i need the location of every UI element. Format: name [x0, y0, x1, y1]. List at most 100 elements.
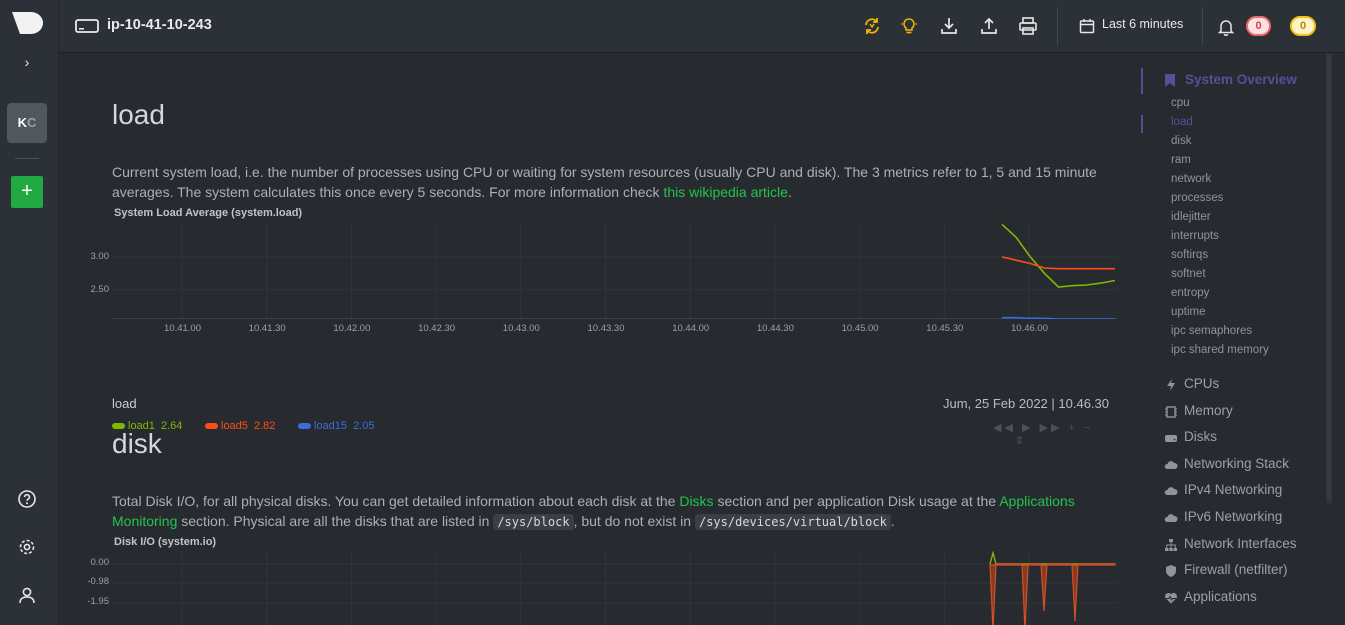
- toc-item-memory[interactable]: Memory: [1184, 403, 1233, 418]
- load-x-tick-label: 10.42.30: [418, 323, 456, 334]
- top-bar: ip-10-41-10-243 Last 6 minutes 0 0: [59, 0, 1345, 53]
- calendar-icon[interactable]: [1079, 18, 1095, 34]
- disk-desc-4: , but do not exist in: [573, 513, 695, 529]
- print-icon[interactable]: [1018, 16, 1038, 36]
- critical-alarms-badge[interactable]: 0: [1246, 16, 1271, 36]
- toc-sub-item-uptime[interactable]: uptime: [1171, 306, 1206, 318]
- time-range-picker[interactable]: Last 6 minutes: [1102, 17, 1183, 31]
- toc-active-bar: [1141, 68, 1143, 94]
- pan-left-icon[interactable]: ◀◀: [993, 422, 1016, 434]
- disk-chart-plot[interactable]: [112, 551, 1117, 625]
- toc-sub-item-ipc-semaphores[interactable]: ipc semaphores: [1171, 325, 1252, 337]
- disk-chart-title: Disk I/O (system.io): [114, 536, 217, 548]
- chart-controls[interactable]: ◀◀ ▶ ▶▶ + − ⇕: [993, 421, 1131, 447]
- download-icon[interactable]: [939, 16, 959, 36]
- disk-desc-2: section and per application Disk usage a…: [713, 493, 1000, 509]
- resize-icon[interactable]: ⇕: [1015, 435, 1027, 447]
- toc-sub-item-ram[interactable]: ram: [1171, 154, 1191, 166]
- user-profile-icon[interactable]: [17, 585, 37, 605]
- netdata-logo-icon[interactable]: [11, 11, 44, 35]
- toc-item-cpus[interactable]: CPUs: [1184, 376, 1219, 391]
- toc-item-disks[interactable]: Disks: [1184, 429, 1217, 444]
- settings-gear-icon[interactable]: [17, 537, 37, 557]
- toc-item-network-interfaces[interactable]: Network Interfaces: [1184, 536, 1297, 551]
- add-space-button[interactable]: +: [11, 176, 43, 208]
- toc-sub-item-ipc-shared-memory[interactable]: ipc shared memory: [1171, 344, 1269, 356]
- toc-system-overview[interactable]: System Overview: [1185, 72, 1297, 87]
- hdd-icon: [1165, 435, 1177, 443]
- heartbeat-icon: [1165, 592, 1177, 604]
- memory-chip-icon: [1165, 405, 1177, 418]
- toc-sub-item-softirqs[interactable]: softirqs: [1171, 249, 1208, 261]
- expand-sidebar-chevron-icon[interactable]: ›: [19, 54, 35, 70]
- legend-series-name: load15: [314, 420, 348, 432]
- bell-icon[interactable]: [1217, 18, 1235, 36]
- bookmark-icon: [1165, 74, 1175, 87]
- toc-sub-item-interrupts[interactable]: interrupts: [1171, 230, 1219, 242]
- zoom-in-icon[interactable]: +: [1069, 422, 1078, 434]
- toc-sub-item-processes[interactable]: processes: [1171, 192, 1223, 204]
- toc-sub-item-load[interactable]: load: [1171, 116, 1193, 128]
- toc-item-applications[interactable]: Applications: [1184, 589, 1257, 604]
- toc-sub-item-disk[interactable]: disk: [1171, 135, 1191, 147]
- warning-alarms-badge[interactable]: 0: [1290, 16, 1316, 36]
- load-x-tick-label: 10.43.30: [587, 323, 625, 334]
- load-x-tick-label: 10.45.00: [841, 323, 879, 334]
- disk-desc-5: .: [890, 513, 895, 529]
- toc-item-networking-stack[interactable]: Networking Stack: [1184, 456, 1289, 471]
- toc-sub-item-network[interactable]: network: [1171, 173, 1211, 185]
- toc-sub-item-cpu[interactable]: cpu: [1171, 97, 1190, 109]
- sitemap-icon: [1165, 538, 1177, 551]
- load-description: Current system load, i.e. the number of …: [112, 162, 1127, 202]
- node-hostname[interactable]: ip-10-41-10-243: [107, 17, 212, 33]
- legend-swatch: [205, 423, 218, 430]
- wikipedia-link[interactable]: this wikipedia article: [663, 184, 788, 200]
- play-icon[interactable]: ▶: [1022, 422, 1033, 434]
- avatar-initial-2: C: [27, 115, 37, 130]
- load-x-tick-label: 10.43.00: [502, 323, 540, 334]
- help-icon[interactable]: [17, 489, 37, 509]
- lightbulb-icon[interactable]: [899, 16, 919, 36]
- load-x-tick-label: 10.41.30: [248, 323, 286, 334]
- toc-sub-item-idlejitter[interactable]: idlejitter: [1171, 211, 1211, 223]
- disks-link[interactable]: Disks: [679, 493, 713, 509]
- load-description-end: .: [787, 184, 792, 200]
- upload-icon[interactable]: [979, 16, 999, 36]
- toc-active-sub-bar: [1141, 115, 1143, 133]
- space-avatar[interactable]: KC: [7, 103, 47, 143]
- toc-sub-item-entropy[interactable]: entropy: [1171, 287, 1209, 299]
- zoom-out-icon[interactable]: −: [1084, 422, 1093, 434]
- table-of-contents: System Overview cpu load disk ram network pro…: [1131, 53, 1345, 625]
- load-x-tick-label: 10.46.00: [1011, 323, 1048, 334]
- avatar-initial-1: K: [17, 115, 27, 130]
- disk-description: Total Disk I/O, for all physical disks. …: [112, 491, 1127, 532]
- load-chart-plot[interactable]: [112, 221, 1117, 319]
- legend-series-value: 2.05: [350, 420, 375, 432]
- load-chart-title: System Load Average (system.load): [114, 207, 303, 219]
- toc-item-firewall-netfilter-[interactable]: Firewall (netfilter): [1184, 562, 1288, 577]
- disk-series-reads[interactable]: [989, 551, 1115, 565]
- toc-scroll-thumb[interactable]: [1327, 55, 1331, 499]
- pan-right-icon[interactable]: ▶▶: [1040, 422, 1063, 434]
- toc-item-ipv4-networking[interactable]: IPv4 Networking: [1184, 482, 1282, 497]
- cloud-icon: [1164, 514, 1178, 522]
- legend-series-name: load5: [221, 420, 248, 432]
- load-y-tick-label: 3.00: [90, 250, 110, 262]
- topbar-divider-2: [1202, 7, 1203, 46]
- disk-y-tick-label: -0.98: [87, 576, 109, 587]
- sync-icon[interactable]: [862, 16, 882, 36]
- cloud-icon: [1164, 487, 1178, 496]
- load-series-load1[interactable]: [1001, 223, 1116, 288]
- legend-item-load5[interactable]: load5 2.82: [205, 420, 275, 432]
- legend-series-value: 2.82: [250, 420, 276, 432]
- disk-y-tick-label: -1.95: [87, 596, 109, 607]
- section-title-disk: disk: [112, 428, 162, 459]
- toc-sub-item-softnet[interactable]: softnet: [1171, 268, 1206, 280]
- disk-series-writes[interactable]: [989, 563, 1116, 625]
- topbar-divider: [1057, 7, 1058, 46]
- load-x-tick-label: 10.45.30: [926, 323, 964, 334]
- load-series-load5[interactable]: [1001, 256, 1115, 270]
- legend-item-load15[interactable]: load15 2.05: [298, 420, 375, 432]
- toc-item-ipv6-networking[interactable]: IPv6 Networking: [1184, 509, 1282, 524]
- load-x-tick-label: 10.44.30: [756, 323, 794, 334]
